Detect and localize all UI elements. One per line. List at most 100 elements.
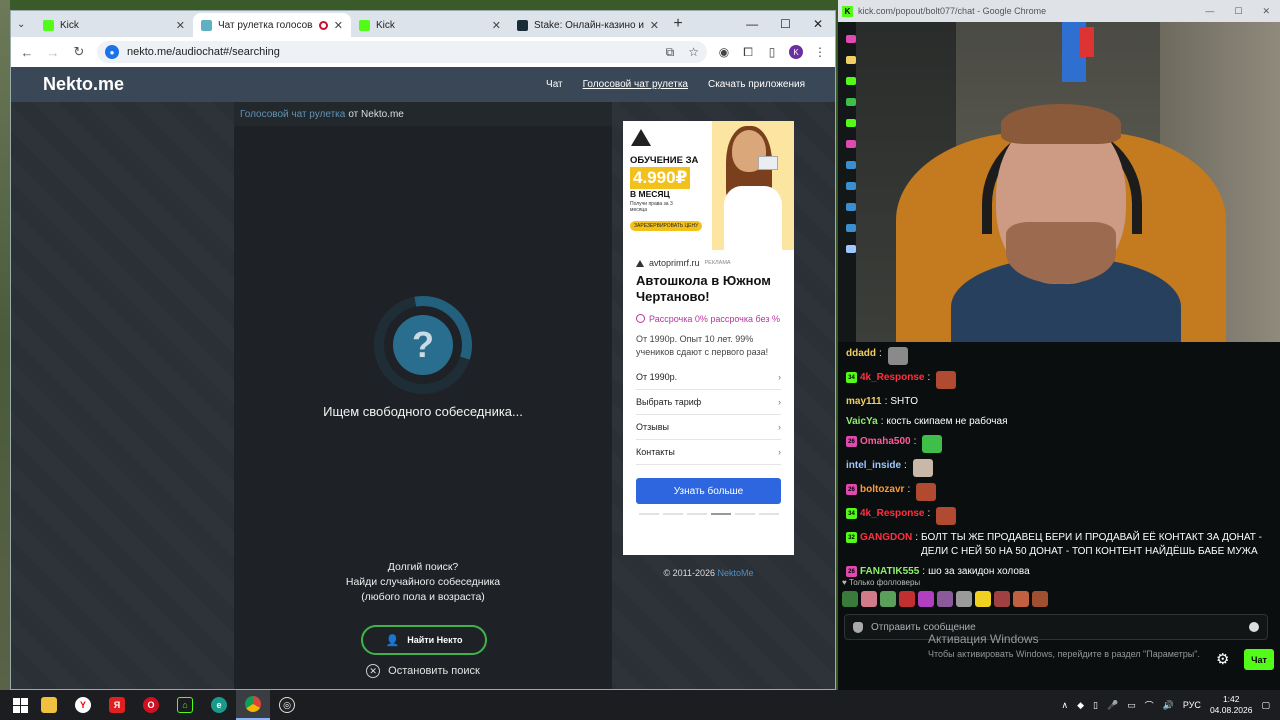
chat-message-list[interactable]: ddadd:34 4k_Response: may111: SHTO VaicYa: ко… [846, 344, 1276, 582]
minimize-icon[interactable]: — [1205, 6, 1214, 17]
chat-username[interactable]: ddadd [846, 347, 876, 361]
taskbar-chrome[interactable] [236, 690, 270, 720]
hint-line: (любого пола и возраста) [361, 591, 485, 603]
chat-emote[interactable] [936, 507, 957, 525]
breadcrumb-link[interactable]: Голосовой чат рулетка [240, 109, 345, 120]
chat-input-placeholder[interactable]: Отправить сообщение [871, 622, 976, 633]
taskbar-yandex[interactable]: Y [66, 690, 100, 720]
stop-search-button[interactable]: ✕ Остановить поиск [234, 664, 612, 678]
emote[interactable] [975, 591, 991, 607]
emote[interactable] [1013, 591, 1029, 607]
chat-send-button[interactable]: Чат [1244, 649, 1274, 670]
back-arrow-icon[interactable]: ← [19, 45, 35, 60]
new-tab-button[interactable]: + [667, 15, 689, 33]
tray-language[interactable]: РУС [1183, 700, 1201, 710]
chat-username[interactable]: FANATIK555 [860, 565, 919, 579]
address-text[interactable]: nekto.me/audiochat#/searching [127, 46, 280, 58]
close-window-icon[interactable]: ✕ [813, 17, 823, 31]
chat-username[interactable]: Omaha500 [860, 435, 911, 449]
emote[interactable] [937, 591, 953, 607]
extensions-puzzle-icon[interactable]: ⧠ [741, 45, 755, 59]
profile-avatar[interactable]: K [789, 45, 803, 59]
emote[interactable] [880, 591, 896, 607]
taskbar-edge[interactable]: e [202, 690, 236, 720]
address-bar[interactable]: ● nekto.me/audiochat#/searching ⧉ ☆ [97, 41, 707, 63]
tray-volume-icon[interactable]: 🔊 [1163, 700, 1174, 711]
ad-title[interactable]: Автошкола в Южном Чертаново! [636, 273, 781, 305]
chat-username[interactable]: GANGDON [860, 531, 912, 545]
ad-link[interactable]: От 1990р. › [636, 365, 781, 390]
minimize-icon[interactable]: — [746, 17, 758, 31]
tab-kick-2[interactable]: Kick ✕ [351, 13, 509, 37]
site-logo[interactable]: Nekto.me [43, 74, 124, 95]
nav-chat[interactable]: Чат [546, 79, 563, 90]
tray-app-icon[interactable]: ◆ [1077, 700, 1084, 711]
emote[interactable] [956, 591, 972, 607]
nav-download-apps[interactable]: Скачать приложения [708, 79, 805, 90]
chat-emote[interactable] [887, 347, 908, 365]
tray-clock[interactable]: 1:42 04.08.2026 [1210, 694, 1253, 716]
tab-search-chevron-icon[interactable]: ⌄ [17, 19, 35, 30]
menu-dots-icon[interactable]: ⋮ [813, 45, 827, 59]
copyright-link[interactable]: NektoMe [718, 568, 754, 578]
chat-username[interactable]: 4k_Response [860, 507, 924, 521]
tab-kick-1[interactable]: Kick ✕ [35, 13, 193, 37]
bookmark-star-icon[interactable]: ☆ [688, 45, 699, 60]
ad-link[interactable]: Выбрать тариф › [636, 390, 781, 415]
emote[interactable] [842, 591, 858, 607]
ad-domain[interactable]: avtoprimrf.ru [649, 258, 700, 268]
tray-usb-icon[interactable]: ▯ [1093, 700, 1098, 711]
emote[interactable] [861, 591, 877, 607]
ad-link[interactable]: Отзывы › [636, 415, 781, 440]
taskbar-opera[interactable]: O [134, 690, 168, 720]
emoji-icon[interactable] [1249, 622, 1259, 632]
emote[interactable] [918, 591, 934, 607]
chat-emote[interactable] [916, 483, 937, 501]
tray-chevron-up-icon[interactable]: ∧ [1061, 700, 1068, 711]
chat-emote[interactable] [912, 459, 933, 477]
taskbar-yandex-music[interactable]: Я [100, 690, 134, 720]
searching-status: Ищем свободного собеседника... [323, 404, 523, 419]
maximize-icon[interactable]: ☐ [1234, 6, 1242, 17]
tab-close-icon[interactable]: ✕ [334, 19, 343, 32]
tray-battery-icon[interactable]: ▭ [1127, 700, 1136, 711]
ad-link[interactable]: Контакты › [636, 440, 781, 465]
emote[interactable] [899, 591, 915, 607]
emote[interactable] [1032, 591, 1048, 607]
windows-start-icon[interactable] [8, 693, 32, 717]
nav-voice-roulette[interactable]: Голосовой чат рулетка [583, 79, 688, 90]
chat-text: БОЛТ ТЫ ЖЕ ПРОДАВЕЦ БЕРИ И ПРОДАВАЙ ЕЁ К… [921, 532, 1262, 557]
translate-extension-icon[interactable]: ◉ [717, 45, 731, 59]
taskbar-app-green[interactable]: ⌂ [168, 690, 202, 720]
ad-block[interactable]: ОБУЧЕНИЕ ЗА 4.990₽ В МЕСЯЦ Получи права … [623, 121, 794, 555]
tab-close-icon[interactable]: ✕ [492, 19, 501, 32]
taskbar-obs[interactable]: ◎ [270, 690, 304, 720]
chat-emote[interactable] [936, 371, 957, 389]
microphone-permission-icon[interactable]: ● [105, 45, 119, 59]
taskbar-file-explorer[interactable] [32, 690, 66, 720]
forward-arrow-icon[interactable]: → [45, 45, 61, 60]
tab-close-icon[interactable]: ✕ [650, 19, 659, 32]
chat-username[interactable]: 4k_Response [860, 371, 924, 385]
chat-username[interactable]: boltozavr [860, 483, 904, 497]
ad-learn-more-button[interactable]: Узнать больше [636, 478, 781, 504]
close-window-icon[interactable]: ✕ [1262, 6, 1270, 17]
find-nekto-button[interactable]: 👤 Найти Некто [361, 625, 487, 655]
maximize-icon[interactable]: ☐ [780, 17, 791, 31]
tray-network-icon[interactable]: ⌒ [1145, 699, 1154, 712]
cast-icon[interactable]: ⧉ [666, 45, 675, 60]
chat-username[interactable]: intel_inside [846, 459, 901, 473]
ad-banner-image[interactable]: ОБУЧЕНИЕ ЗА 4.990₽ В МЕСЯЦ Получи права … [623, 121, 794, 250]
sidebar-icon[interactable]: ▯ [765, 45, 779, 59]
gear-icon[interactable]: ⚙ [1216, 650, 1229, 668]
reload-icon[interactable]: ↻ [71, 44, 87, 60]
emote[interactable] [994, 591, 1010, 607]
tab-stake[interactable]: Stake: Онлайн-казино и ставки ✕ [509, 13, 667, 37]
chat-username[interactable]: may111 [846, 395, 882, 409]
tray-microphone-icon[interactable]: 🎤 [1107, 700, 1118, 711]
notifications-icon[interactable]: ▢ [1261, 700, 1270, 711]
chat-username[interactable]: VaicYa [846, 415, 878, 429]
chat-emote[interactable] [922, 435, 943, 453]
tab-close-icon[interactable]: ✕ [176, 19, 185, 32]
tab-nekto[interactable]: Чат рулетка голосовая — ✕ [193, 13, 351, 37]
